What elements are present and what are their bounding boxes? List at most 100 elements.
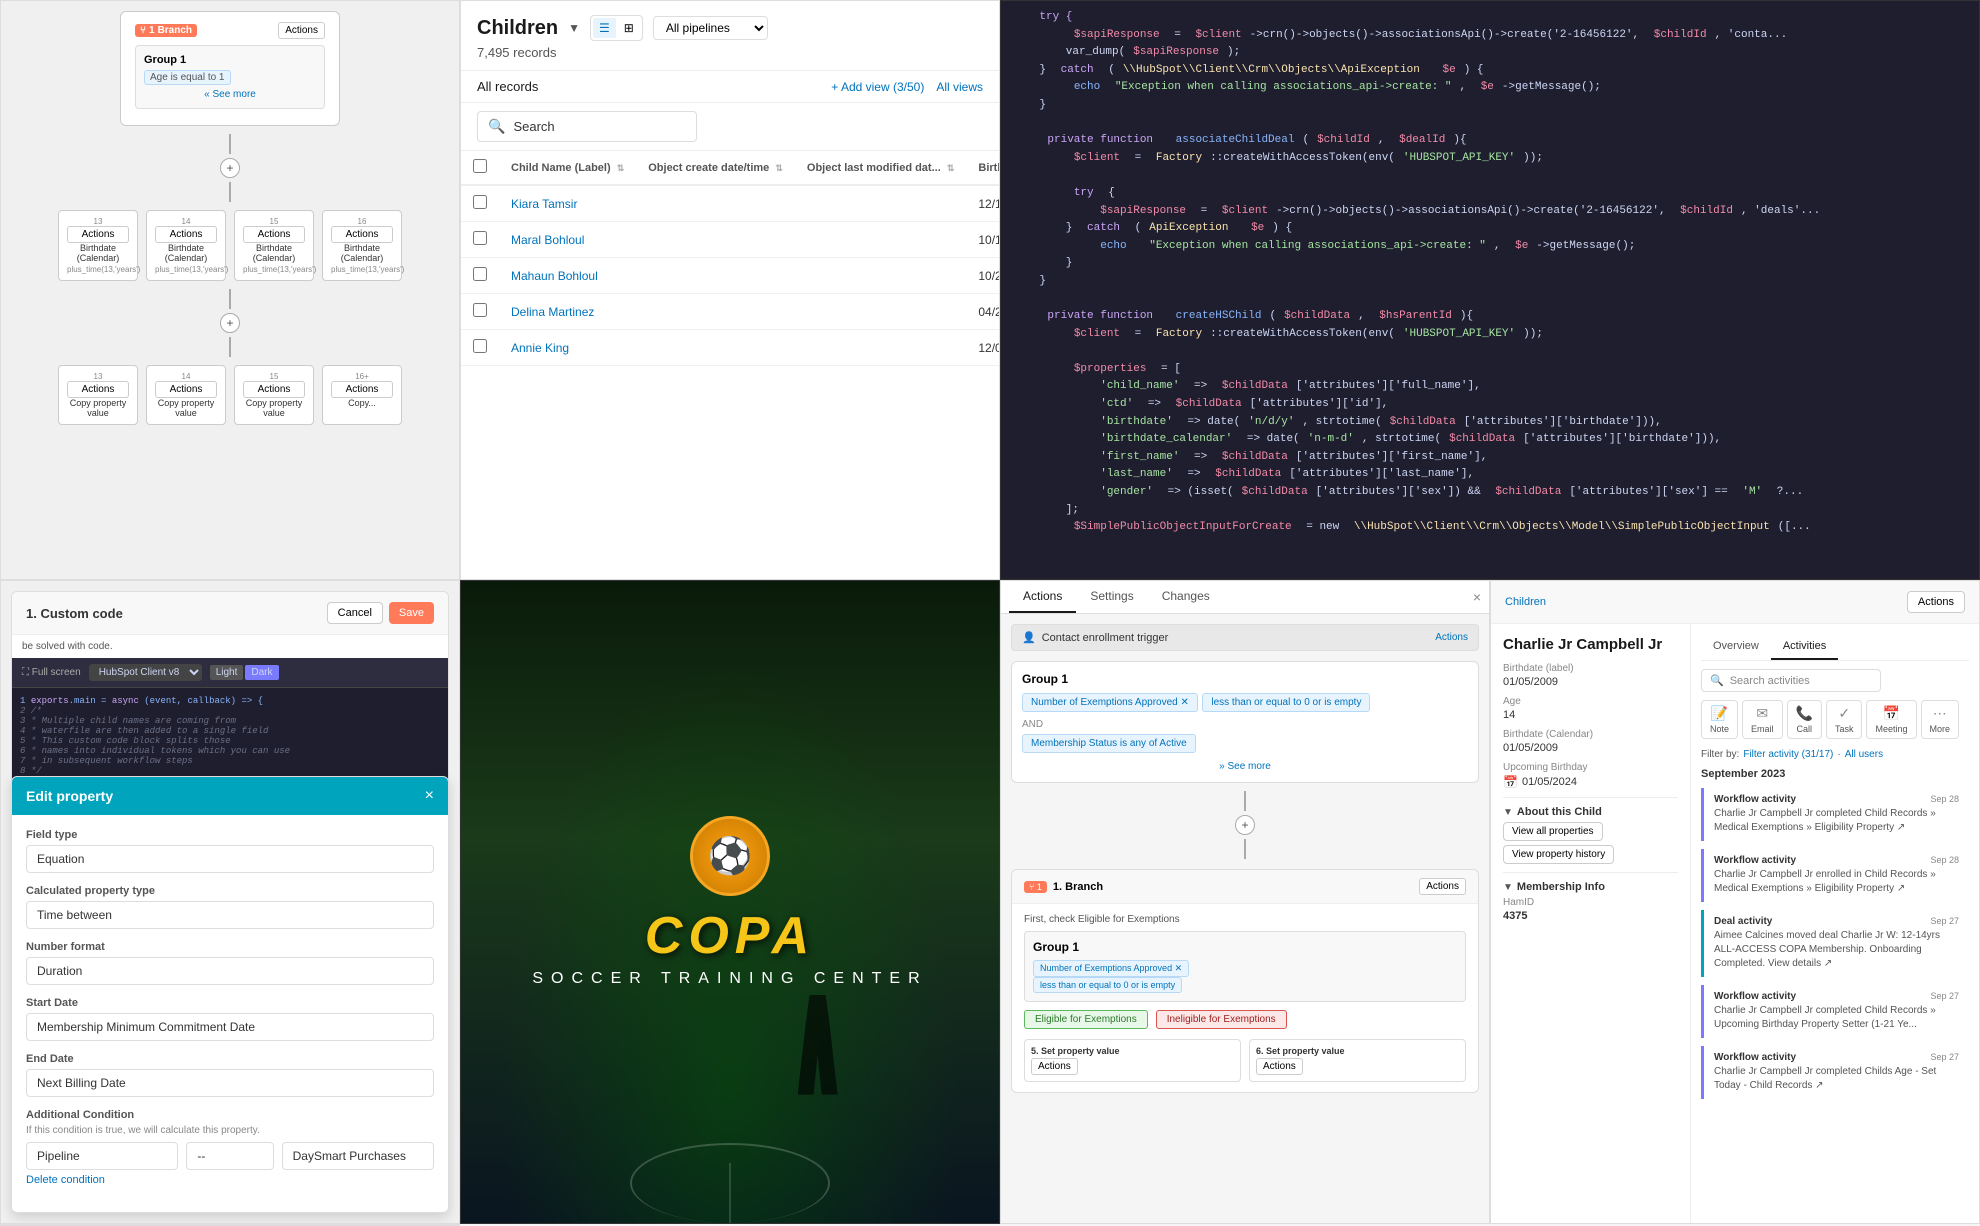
th-child-name[interactable]: Child Name (Label) ⇅	[499, 151, 636, 185]
crm-add-view-link[interactable]: + Add view (3/50)	[831, 80, 924, 94]
select-all-checkbox[interactable]	[473, 159, 487, 173]
th-create-date[interactable]: Object create date/time ⇅	[636, 151, 795, 185]
copy-actions-16[interactable]: Actions	[331, 381, 393, 398]
end-date-select[interactable]: Next Billing Date	[26, 1069, 434, 1097]
format-step-16: 16 Actions Birthdate (Calendar) plus_tim…	[322, 210, 402, 281]
branch-actions-button[interactable]: Actions	[278, 22, 325, 39]
activity-date-3: Sep 27	[1930, 991, 1959, 1001]
contact-name-link-0[interactable]: Kiara Tamsir	[511, 197, 577, 211]
copy-actions-14[interactable]: Actions	[155, 381, 217, 398]
contact-actions-button[interactable]: Actions	[1907, 591, 1965, 613]
panel-close-button[interactable]: ×	[1473, 589, 1481, 605]
crm-search-input[interactable]: 🔍 Search	[477, 111, 697, 142]
format-step-13: 13 Actions Birthdate (Calendar) plus_tim…	[58, 210, 138, 281]
actions-tab[interactable]: Actions	[1009, 581, 1076, 613]
row-checkbox-4[interactable]	[473, 339, 487, 353]
th-modified[interactable]: Object last modified dat... ⇅	[795, 151, 966, 185]
dark-theme-button[interactable]: Dark	[245, 665, 278, 680]
pipeline-select[interactable]: Pipeline	[26, 1142, 178, 1170]
more-button[interactable]: ⋯ More	[1921, 700, 1960, 739]
settings-tab[interactable]: Settings	[1076, 581, 1147, 613]
contact-breadcrumb[interactable]: Children	[1505, 596, 1546, 608]
ham-id-value: 4375	[1503, 910, 1678, 922]
more-label: More	[1930, 724, 1951, 734]
td-bday-0: 12/14/2017	[966, 185, 1000, 222]
see-more-link[interactable]: « See more	[144, 89, 316, 100]
condition-badge-exemptions-2: less than or equal to 0 or is empty	[1202, 693, 1370, 712]
td-name-4: Annie King	[499, 330, 636, 366]
operator-select[interactable]: --	[186, 1142, 273, 1170]
code-line-28: ];	[1013, 502, 1967, 520]
all-users-link[interactable]: All users	[1845, 749, 1883, 760]
value-select[interactable]: DaySmart Purchases	[282, 1142, 434, 1170]
cancel-button[interactable]: Cancel	[327, 602, 383, 624]
row-checkbox-3[interactable]	[473, 303, 487, 317]
number-format-input[interactable]	[26, 957, 434, 985]
birthdate-cal-value: 01/05/2009	[1503, 742, 1678, 754]
row-checkbox-2[interactable]	[473, 267, 487, 281]
see-more-link[interactable]: » See more	[1022, 761, 1468, 772]
filter-row: Filter by: Filter activity (31/17) · All…	[1701, 749, 1969, 760]
code-line-16	[1013, 291, 1967, 309]
call-button[interactable]: 📞 Call	[1787, 700, 1822, 739]
code-line-24: 'birthdate_calendar' => date('n-m-d', st…	[1013, 431, 1967, 449]
delete-condition-link[interactable]: Delete condition	[26, 1174, 434, 1186]
activity-type-2: Deal activity	[1714, 916, 1772, 927]
crm-list-view-btn[interactable]: ☰	[593, 18, 616, 38]
field-type-input[interactable]	[26, 845, 434, 873]
changes-tab[interactable]: Changes	[1148, 581, 1224, 613]
task-button[interactable]: ✓ Task	[1826, 700, 1863, 739]
step-6-actions-btn[interactable]: Actions	[1256, 1058, 1303, 1075]
contact-name-link-4[interactable]: Annie King	[511, 341, 569, 355]
copy-actions-15[interactable]: Actions	[243, 381, 305, 398]
step-actions-15[interactable]: Actions	[243, 226, 305, 243]
crm-all-views-link[interactable]: All views	[936, 80, 983, 94]
overview-tab[interactable]: Overview	[1701, 634, 1771, 660]
light-theme-button[interactable]: Light	[210, 665, 244, 680]
language-select[interactable]: HubSpot Client v8	[89, 664, 202, 681]
step-actions-16[interactable]: Actions	[331, 226, 393, 243]
row-checkbox-1[interactable]	[473, 231, 487, 245]
view-history-button[interactable]: View property history	[1503, 845, 1614, 864]
branch-card-body: First, check Eligible for Exemptions Gro…	[1012, 904, 1478, 1092]
step-content-14: Birthdate (Calendar)	[155, 243, 217, 263]
contact-name-link-1[interactable]: Maral Bohloul	[511, 233, 584, 247]
section-toggle-about[interactable]: ▼	[1503, 807, 1513, 818]
plus-button-2[interactable]: +	[220, 313, 240, 333]
row-checkbox-0[interactable]	[473, 195, 487, 209]
trigger-actions-link[interactable]: Actions	[1435, 632, 1468, 643]
calc-type-input[interactable]	[26, 901, 434, 929]
activities-tab-main[interactable]: Activities	[1771, 634, 1838, 660]
meeting-button[interactable]: 📅 Meeting	[1866, 700, 1916, 739]
td-name-2: Mahaun Bohloul	[499, 258, 636, 294]
view-all-props-button[interactable]: View all properties	[1503, 822, 1603, 841]
code-line-e8: 8 */	[20, 766, 440, 776]
step-5-actions-btn[interactable]: Actions	[1031, 1058, 1078, 1075]
note-button[interactable]: 📝 Note	[1701, 700, 1738, 739]
modal-close-button[interactable]: ×	[425, 787, 434, 805]
step-actions-13[interactable]: Actions	[67, 226, 129, 243]
start-date-select[interactable]: Membership Minimum Commitment Date	[26, 1013, 434, 1041]
contact-name-link-2[interactable]: Mahaun Bohloul	[511, 269, 598, 283]
crm-dropdown-icon[interactable]: ▼	[568, 21, 580, 35]
section-toggle-membership[interactable]: ▼	[1503, 882, 1513, 893]
trigger-plus-button[interactable]: +	[1235, 815, 1255, 835]
fullscreen-icon[interactable]: ⛶ Full screen	[22, 667, 81, 678]
copy-actions-13[interactable]: Actions	[67, 381, 129, 398]
th-birthdate[interactable]: Birthdate (label) ⇅	[966, 151, 1000, 185]
crm-all-records-link[interactable]: All records	[477, 79, 538, 94]
crm-grid-view-btn[interactable]: ⊞	[618, 18, 640, 38]
branch-card-actions-btn[interactable]: Actions	[1419, 878, 1466, 895]
activity-item-4: Workflow activity Sep 27 Charlie Jr Camp…	[1701, 1046, 1969, 1099]
crm-pipeline-select[interactable]: All pipelines	[653, 16, 768, 40]
save-button[interactable]: Save	[389, 602, 434, 624]
email-button[interactable]: ✉ Email	[1742, 700, 1783, 739]
step-content-13: Birthdate (Calendar)	[67, 243, 129, 263]
step-actions-14[interactable]: Actions	[155, 226, 217, 243]
contact-name-link-3[interactable]: Delina Martinez	[511, 305, 594, 319]
code-line-18: $client = Factory::createWithAccessToken…	[1013, 326, 1967, 344]
plus-button-1[interactable]: +	[220, 158, 240, 178]
td-modified-1	[795, 222, 966, 258]
search-activities-input[interactable]: 🔍 Search activities	[1701, 669, 1881, 692]
filter-activity-link[interactable]: Filter activity (31/17)	[1743, 749, 1833, 760]
